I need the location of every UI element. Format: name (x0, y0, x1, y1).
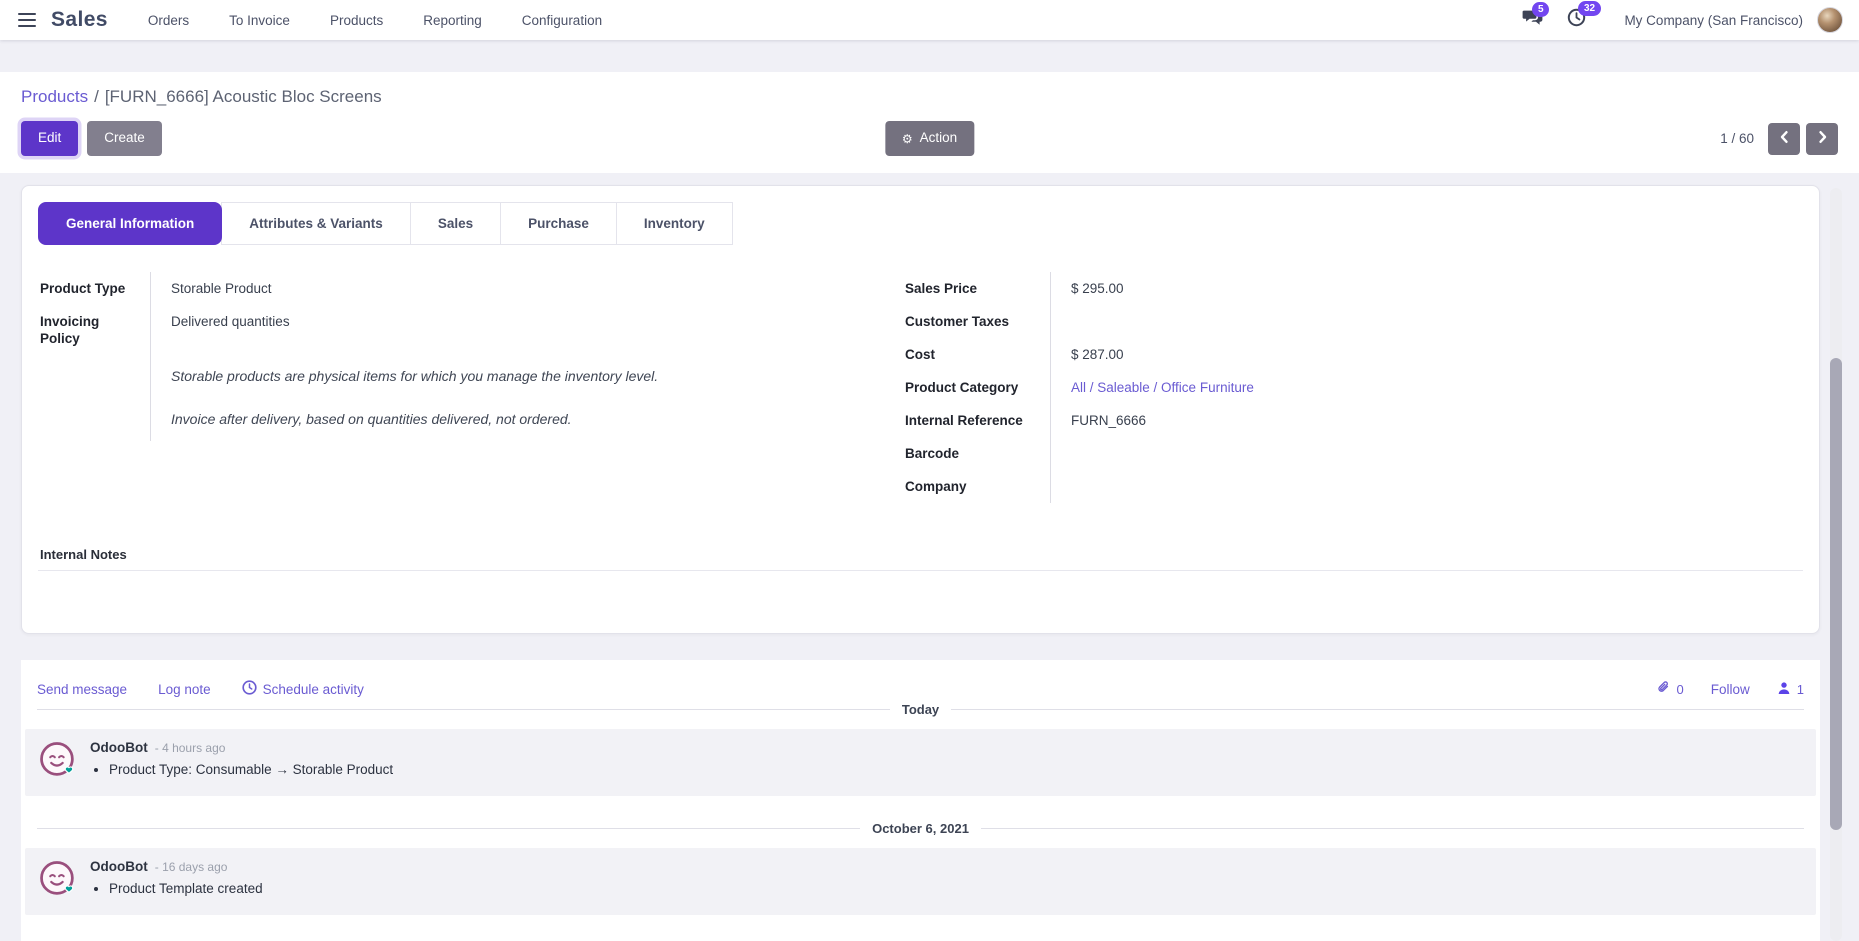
notebook-tabs: General Information Attributes & Variant… (38, 202, 1803, 245)
message-author: OdooBot (90, 740, 148, 755)
followers-count: 1 (1797, 682, 1804, 697)
field-label-cost: Cost (903, 338, 1051, 371)
date-divider-today: Today (37, 702, 1804, 717)
date-divider-october: October 6, 2021 (37, 821, 1804, 836)
action-button-label: Action (920, 130, 958, 146)
tab-purchase[interactable]: Purchase (500, 202, 617, 245)
internal-notes-section: Internal Notes (38, 547, 1803, 571)
user-avatar[interactable] (1817, 7, 1843, 33)
chevron-right-icon (1817, 130, 1828, 147)
field-label-internal-reference: Internal Reference (903, 404, 1051, 437)
general-information-panel: Product Type Storable Product Invoicing … (38, 272, 1803, 503)
invoicing-policy-help-text: Invoice after delivery, based on quantit… (151, 398, 751, 441)
page-gap (0, 40, 1859, 72)
menu-reporting[interactable]: Reporting (423, 9, 482, 32)
breadcrumb-separator: / (94, 87, 99, 106)
field-label-invoicing-policy: Invoicing Policy (38, 305, 151, 355)
right-field-group: Sales Price $ 295.00 Customer Taxes Cost… (903, 272, 1481, 503)
menu-products[interactable]: Products (330, 9, 383, 32)
schedule-activity-button[interactable]: Schedule activity (242, 680, 364, 698)
field-value-sales-price: $ 295.00 (1051, 272, 1481, 305)
edit-button[interactable]: Edit (21, 121, 78, 155)
product-form-sheet: General Information Attributes & Variant… (21, 185, 1820, 634)
odoobot-avatar (39, 741, 77, 784)
chatter-toolbar: Send message Log note Schedule activity … (37, 680, 1804, 698)
field-label-barcode: Barcode (903, 437, 1051, 470)
tab-inventory[interactable]: Inventory (616, 202, 733, 245)
message-body-item: Product Type: Consumable → Storable Prod… (109, 762, 393, 777)
message-timestamp: - 4 hours ago (155, 741, 226, 755)
message-content: OdooBot - 16 days ago Product Template c… (90, 859, 263, 902)
chevron-left-icon (1779, 130, 1790, 147)
tab-attributes-variants[interactable]: Attributes & Variants (221, 202, 411, 245)
apps-menu-icon[interactable] (16, 9, 38, 31)
message-body-item: Product Template created (109, 881, 263, 896)
field-value-cost: $ 287.00 (1051, 338, 1481, 371)
field-value-barcode (1051, 437, 1481, 470)
activities-badge: 32 (1578, 1, 1600, 16)
field-value-customer-taxes (1051, 305, 1481, 338)
scrollbar-thumb[interactable] (1830, 358, 1842, 830)
followers-button[interactable]: 1 (1777, 681, 1804, 698)
help-spacer (38, 398, 151, 441)
internal-notes-label: Internal Notes (38, 547, 1803, 562)
gear-icon: ⚙ (902, 133, 913, 145)
field-value-product-type: Storable Product (151, 272, 751, 305)
send-message-button[interactable]: Send message (37, 682, 127, 697)
company-switcher[interactable]: My Company (San Francisco) (1624, 13, 1803, 28)
message-row: OdooBot - 16 days ago Product Template c… (25, 848, 1816, 915)
tab-sales[interactable]: Sales (410, 202, 501, 245)
pager-previous-button[interactable] (1768, 123, 1800, 155)
top-navbar: Sales Orders To Invoice Products Reporti… (0, 0, 1859, 40)
follower-person-icon (1777, 681, 1791, 698)
breadcrumb-products-link[interactable]: Products (21, 87, 88, 106)
field-label-company: Company (903, 470, 1051, 503)
scrollbar-track[interactable] (1830, 188, 1842, 941)
message-author: OdooBot (90, 859, 148, 874)
paperclip-icon (1656, 680, 1671, 698)
internal-notes-rule (38, 570, 1803, 571)
control-panel-buttons: Edit Create ⚙ Action 1 / 60 (21, 120, 1838, 157)
odoobot-avatar (39, 860, 77, 903)
pager: 1 / 60 (1720, 123, 1838, 155)
field-value-product-category-link[interactable]: All / Saleable / Office Furniture (1051, 371, 1481, 404)
control-panel: Products / [FURN_6666] Acoustic Bloc Scree… (0, 72, 1859, 173)
activity-clock-icon (242, 680, 257, 698)
field-value-invoicing-policy: Delivered quantities (151, 305, 751, 355)
breadcrumb: Products / [FURN_6666] Acoustic Bloc Scree… (21, 87, 1838, 107)
field-label-customer-taxes: Customer Taxes (903, 305, 1051, 338)
attachments-count: 0 (1677, 682, 1684, 697)
message-content: OdooBot - 4 hours ago Product Type: Cons… (90, 740, 393, 783)
breadcrumb-current: [FURN_6666] Acoustic Bloc Screens (105, 87, 382, 106)
field-value-company (1051, 470, 1481, 503)
field-label-product-type: Product Type (38, 272, 151, 305)
field-label-product-category: Product Category (903, 371, 1051, 404)
systray: 5 32 My Company (San Francisco) (1497, 7, 1843, 33)
menu-orders[interactable]: Orders (148, 9, 189, 32)
create-button[interactable]: Create (87, 121, 162, 155)
field-value-internal-reference: FURN_6666 (1051, 404, 1481, 437)
tab-general-information[interactable]: General Information (38, 202, 222, 245)
app-menu: Orders To Invoice Products Reporting Con… (148, 9, 602, 32)
message-timestamp: - 16 days ago (155, 860, 228, 874)
help-spacer (38, 355, 151, 398)
app-name[interactable]: Sales (51, 8, 108, 32)
menu-to-invoice[interactable]: To Invoice (229, 9, 290, 32)
pager-counter: 1 / 60 (1720, 131, 1754, 146)
product-type-help-text: Storable products are physical items for… (151, 355, 751, 398)
schedule-activity-label: Schedule activity (263, 682, 364, 697)
field-label-sales-price: Sales Price (903, 272, 1051, 305)
pager-next-button[interactable] (1806, 123, 1838, 155)
menu-configuration[interactable]: Configuration (522, 9, 602, 32)
messages-badge: 5 (1532, 2, 1549, 17)
left-field-group: Product Type Storable Product Invoicing … (38, 272, 751, 503)
chatter: Send message Log note Schedule activity … (21, 660, 1820, 941)
message-row: OdooBot - 4 hours ago Product Type: Cons… (25, 729, 1816, 796)
action-button[interactable]: ⚙ Action (885, 121, 974, 155)
log-note-button[interactable]: Log note (158, 682, 211, 697)
activities-tray-button[interactable]: 32 (1567, 8, 1586, 32)
follow-button[interactable]: Follow (1711, 682, 1750, 697)
messages-tray-button[interactable]: 5 (1521, 9, 1543, 31)
attachments-button[interactable]: 0 (1656, 680, 1684, 698)
